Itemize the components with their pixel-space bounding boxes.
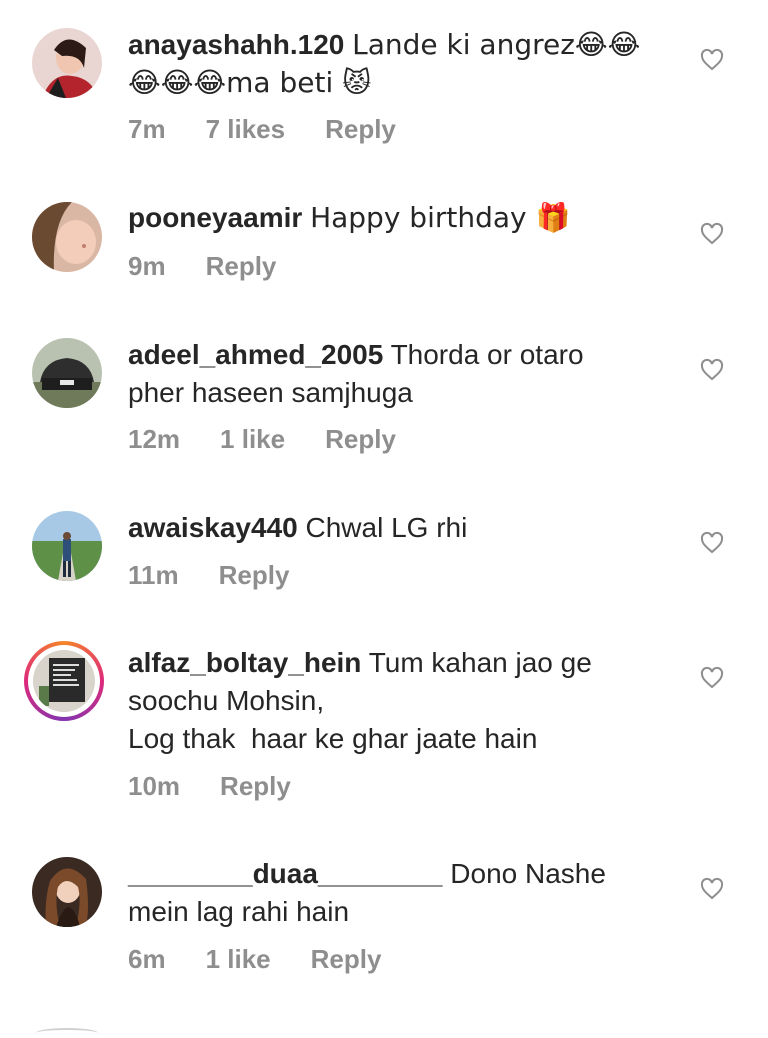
reply-button[interactable]: Reply — [325, 424, 396, 455]
comment-text: alfaz_boltay_hein Tum kahan jao ge sooch… — [128, 644, 688, 758]
comment-timestamp: 12m — [128, 424, 181, 454]
heart-outline-icon[interactable] — [700, 877, 724, 901]
heart-outline-icon[interactable] — [700, 48, 724, 72]
comment-username[interactable]: pooneyaamir — [128, 202, 302, 233]
avatar[interactable] — [32, 511, 102, 581]
reply-button[interactable]: Reply — [206, 251, 277, 282]
comment-text: adeel_ahmed_2005 Thorda or otaro pher ha… — [128, 336, 688, 412]
comment-username[interactable]: anayashahh.120 — [128, 29, 344, 60]
reply-button[interactable]: Reply — [311, 944, 382, 975]
comment-timestamp: 10m — [128, 771, 181, 801]
heart-outline-icon[interactable] — [700, 666, 724, 690]
comment-timestamp: 11m — [128, 560, 179, 590]
avatar[interactable] — [32, 857, 102, 927]
reply-button[interactable]: Reply — [220, 771, 291, 802]
comment-text: ________duaa________ Dono Nashe mein lag… — [128, 855, 688, 931]
comment-likes-count[interactable]: 1 like — [220, 424, 285, 455]
comment-timestamp: 6m — [128, 944, 166, 974]
comment-likes-count[interactable]: 1 like — [206, 944, 271, 975]
avatar[interactable] — [32, 338, 102, 408]
avatar[interactable] — [32, 202, 102, 272]
avatar[interactable] — [32, 28, 102, 98]
comment-timestamp: 9m — [128, 251, 166, 281]
story-ring-inner — [28, 645, 100, 717]
comment-username[interactable]: alfaz_boltay_hein — [128, 647, 361, 678]
reply-button[interactable]: Reply — [219, 560, 290, 591]
comment-text: pooneyaamir Happy birthday 🎁 — [128, 199, 688, 237]
heart-outline-icon[interactable] — [700, 222, 724, 246]
comment-text: awaiskay440 Chwal LG rhi — [128, 509, 688, 547]
story-ring[interactable] — [24, 641, 104, 721]
comment-username[interactable]: awaiskay440 — [128, 512, 298, 543]
comment-body: Chwal LG rhi — [305, 512, 468, 543]
next-comment-avatar-edge — [36, 1028, 98, 1038]
comment-text: anayashahh.120 Lande ki angrez😂😂 😂😂😂ma b… — [128, 26, 688, 102]
comment-body: Happy birthday 🎁 — [310, 201, 571, 234]
comment-likes-count[interactable]: 7 likes — [206, 114, 286, 145]
reply-button[interactable]: Reply — [325, 114, 396, 145]
avatar[interactable] — [33, 650, 95, 712]
heart-outline-icon[interactable] — [700, 358, 724, 382]
comment-timestamp: 7m — [128, 114, 166, 144]
comment-username[interactable]: ________duaa________ — [128, 858, 443, 889]
heart-outline-icon[interactable] — [700, 531, 724, 555]
comment-username[interactable]: adeel_ahmed_2005 — [128, 339, 383, 370]
